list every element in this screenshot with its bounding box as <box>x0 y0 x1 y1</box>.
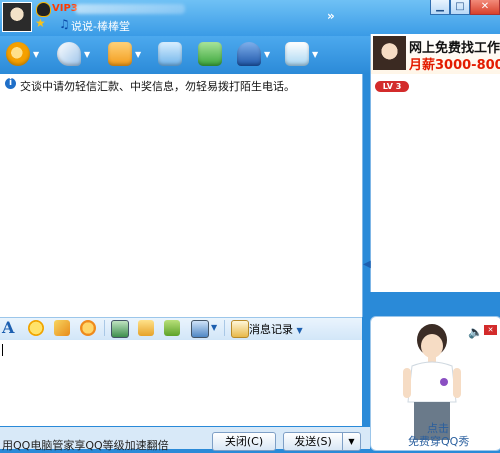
video-call-icon <box>6 42 30 66</box>
screenshot-icon[interactable] <box>191 320 209 338</box>
ad-photo <box>373 36 406 70</box>
font-icon[interactable]: A <box>2 318 14 337</box>
contact-profile-panel <box>370 74 500 292</box>
music-share-icon[interactable] <box>138 320 154 336</box>
contact-signature[interactable]: 说说-棒棒堂 <box>71 18 130 34</box>
app-icon <box>198 42 222 66</box>
remote-assist-button[interactable]: ▼ <box>237 39 273 69</box>
qq-show-cta-sub[interactable]: 免费穿QQ秀 <box>408 433 469 449</box>
divider <box>224 320 225 336</box>
close-window-button[interactable]: ✕ <box>470 0 500 15</box>
chevron-down-icon[interactable]: ▼ <box>33 50 39 59</box>
minimize-button[interactable]: ▁ <box>430 0 450 15</box>
chat-history-panel[interactable] <box>0 74 363 317</box>
video-call-button[interactable]: ▼ <box>6 39 42 69</box>
voice-call-icon <box>57 42 81 66</box>
music-note-icon[interactable]: ♫ <box>59 17 70 31</box>
contact-avatar[interactable] <box>2 2 32 32</box>
star-icon: ★ <box>35 16 46 30</box>
message-history-label: 消息记录 <box>249 323 293 336</box>
message-history-button[interactable]: 消息记录 ▼ <box>249 321 303 337</box>
game-icon <box>285 42 309 66</box>
chevron-down-icon[interactable]: ▼ <box>312 50 318 59</box>
toolbar-more-button[interactable]: » <box>327 9 335 23</box>
history-icon[interactable] <box>231 320 249 338</box>
text-caret <box>2 344 3 356</box>
send-image-icon[interactable] <box>111 320 129 338</box>
contact-name-blurred <box>75 4 185 14</box>
send-button[interactable]: 发送(S) <box>283 432 343 451</box>
voice-call-button[interactable]: ▼ <box>57 39 93 69</box>
gift-icon[interactable] <box>164 320 180 336</box>
emoji-icon[interactable] <box>28 320 44 336</box>
sound-icon[interactable]: 🔈 <box>468 325 483 339</box>
message-input[interactable] <box>0 340 362 426</box>
vip-badge[interactable]: VIP3 <box>52 3 78 14</box>
magic-emoji-icon[interactable] <box>54 320 70 336</box>
chevron-down-icon[interactable]: ▼ <box>135 50 141 59</box>
chevron-down-icon[interactable]: ▼ <box>211 323 217 332</box>
send-message-button[interactable] <box>158 39 194 69</box>
info-icon: i <box>5 78 16 89</box>
qq-penguin-icon <box>36 2 51 17</box>
level-badge[interactable]: LV 3 <box>375 81 409 92</box>
send-message-icon <box>158 42 182 66</box>
app-button[interactable] <box>198 39 234 69</box>
ad-salary: 月薪3000-8000 <box>409 58 500 73</box>
close-button[interactable]: 关闭(C) <box>212 432 276 451</box>
remote-assist-icon <box>237 42 261 66</box>
game-button[interactable]: ▼ <box>285 39 321 69</box>
promo-link[interactable]: 用QQ电脑管家享QQ等级加速翻倍 <box>2 437 169 453</box>
shake-window-icon[interactable] <box>80 320 96 336</box>
divider <box>104 320 105 336</box>
collapse-sidebar-icon[interactable]: ◀ <box>363 259 371 270</box>
send-file-button[interactable]: ▼ <box>108 39 144 69</box>
chevron-down-icon[interactable]: ▼ <box>84 50 90 59</box>
security-notice: 交谈中请勿轻信汇款、中奖信息，勿轻易拨打陌生电话。 <box>20 80 295 93</box>
maximize-button[interactable]: □ <box>450 0 470 15</box>
tag-icon[interactable]: ✕ <box>484 325 497 335</box>
chevron-down-icon: ▼ <box>296 326 303 335</box>
chevron-down-icon[interactable]: ▼ <box>264 50 270 59</box>
send-options-chevron-down-icon[interactable]: ▼ <box>342 432 361 451</box>
send-file-icon <box>108 42 132 66</box>
